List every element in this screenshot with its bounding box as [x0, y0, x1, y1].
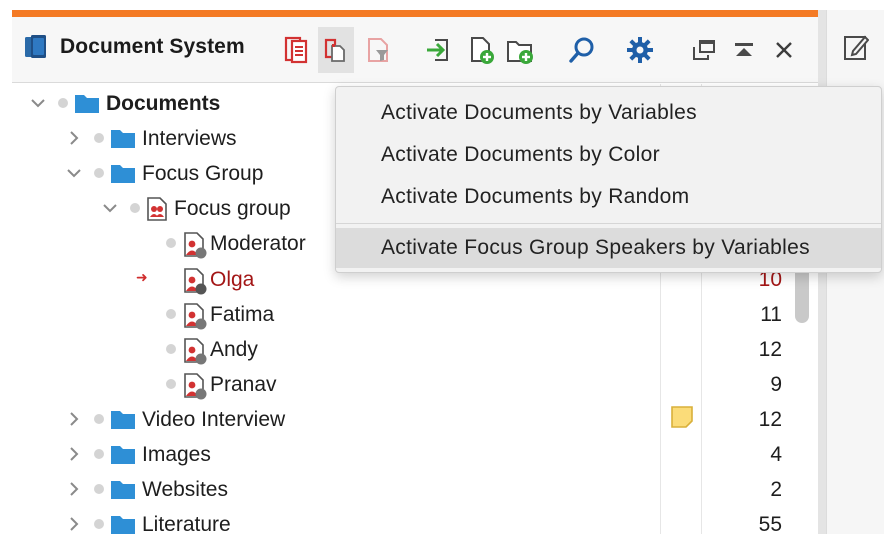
- close-button[interactable]: [766, 27, 802, 73]
- tree-item-label: Focus Group: [142, 162, 264, 186]
- tree-item-label: Documents: [106, 92, 221, 115]
- activation-dot[interactable]: [94, 413, 104, 424]
- tree-item-label: Focus group: [174, 197, 291, 221]
- chevron-right-icon[interactable]: [66, 129, 82, 147]
- coded-segment-count: 12: [758, 407, 782, 431]
- tree-item-label: Moderator: [210, 232, 306, 256]
- retrieved-segments-button[interactable]: [278, 27, 314, 73]
- tree-row[interactable]: Literature: [12, 507, 660, 534]
- window-title: Document System: [60, 35, 245, 58]
- folder-icon: [110, 442, 136, 472]
- menu-item-activate-by-random[interactable]: Activate Documents by Random: [336, 177, 881, 217]
- maximize-window-button[interactable]: [726, 27, 762, 73]
- activation-dot[interactable]: [166, 238, 176, 249]
- folder-icon: [110, 512, 136, 534]
- tree-row[interactable]: Pranav: [12, 367, 660, 402]
- tree-row[interactable]: Images: [12, 437, 660, 472]
- toolbar: Document System: [12, 17, 818, 83]
- tree-item-label: Fatima: [210, 302, 275, 326]
- import-documents-icon: [427, 39, 448, 61]
- tree-row[interactable]: Websites: [12, 472, 660, 507]
- undock-window-button[interactable]: [686, 27, 722, 73]
- document-system-icon: [25, 35, 46, 58]
- retrieved-segments-icon: [284, 36, 308, 64]
- new-document-group-button[interactable]: [502, 27, 538, 73]
- tree-item-label: Olga: [210, 267, 255, 291]
- activation-dot[interactable]: [94, 168, 104, 179]
- coded-segment-count: 12: [758, 337, 782, 361]
- tree-item-label: Pranav: [210, 372, 277, 396]
- close-icon: [776, 42, 792, 58]
- import-documents-button[interactable]: [420, 27, 456, 73]
- tree-item-label: Websites: [142, 478, 228, 502]
- edit-icon[interactable]: [843, 32, 869, 62]
- new-document-button[interactable]: [464, 27, 500, 73]
- undock-window-icon: [693, 40, 715, 60]
- speaker-icon: [182, 372, 208, 406]
- folder-icon: [110, 126, 136, 156]
- menu-separator: [336, 223, 881, 224]
- speaker-icon: [182, 267, 208, 301]
- search-button[interactable]: [564, 27, 600, 73]
- speaker-icon: [182, 231, 208, 265]
- activate-documents-icon: [324, 38, 345, 62]
- tree-item-label: Literature: [142, 513, 231, 534]
- new-document-icon: [471, 37, 494, 64]
- activation-dot[interactable]: [94, 449, 104, 459]
- chevron-right-icon[interactable]: [66, 480, 82, 498]
- maximize-window-icon: [735, 43, 753, 56]
- folder-icon: [110, 161, 136, 191]
- active-indicator-icon: ➜: [136, 268, 148, 285]
- activation-dot[interactable]: [166, 378, 176, 389]
- chevron-right-icon[interactable]: [66, 515, 82, 533]
- folder-icon: [110, 477, 136, 507]
- coded-segment-count: 2: [770, 478, 782, 502]
- tree-item-label: Andy: [210, 337, 258, 361]
- coded-segment-count: 4: [770, 443, 782, 466]
- activate-documents-button[interactable]: [318, 27, 354, 73]
- coded-segment-count: 11: [760, 302, 782, 326]
- chevron-down-icon[interactable]: [66, 164, 82, 182]
- reset-activations-button[interactable]: [360, 27, 396, 73]
- settings-icon: [627, 37, 653, 63]
- activation-dot[interactable]: [58, 98, 68, 108]
- tree-row[interactable]: Andy: [12, 332, 660, 367]
- coded-segment-count: 55: [758, 513, 782, 534]
- speaker-icon: [182, 302, 208, 336]
- activation-dot[interactable]: [94, 484, 104, 495]
- speaker-icon: [182, 337, 208, 371]
- search-icon: [569, 37, 594, 63]
- folder-icon: [74, 91, 100, 121]
- reset-activations-icon: [368, 38, 388, 62]
- menu-item-activate-focus-group-speakers[interactable]: Activate Focus Group Speakers by Variabl…: [336, 228, 881, 268]
- tree-item-label: Interviews: [142, 127, 237, 151]
- folder-icon: [110, 407, 136, 437]
- activation-dot[interactable]: [94, 519, 104, 530]
- tree-row[interactable]: Fatima: [12, 297, 660, 332]
- activation-dot[interactable]: [130, 203, 140, 214]
- activation-dot[interactable]: [166, 308, 176, 319]
- chevron-down-icon[interactable]: [102, 199, 118, 217]
- activation-dot[interactable]: [94, 133, 104, 144]
- tree-item-label: Images: [142, 443, 211, 466]
- tree-row[interactable]: Video Interview: [12, 402, 660, 437]
- coded-segment-count: 9: [770, 372, 782, 396]
- focus-group-icon: [146, 196, 168, 228]
- menu-item-activate-by-color[interactable]: Activate Documents by Color: [336, 135, 881, 175]
- chevron-right-icon[interactable]: [66, 445, 82, 463]
- settings-button[interactable]: [622, 27, 658, 73]
- chevron-down-icon[interactable]: [30, 94, 46, 112]
- activation-context-menu: Activate Documents by Variables Activate…: [335, 86, 882, 273]
- new-document-group-icon: [507, 41, 533, 64]
- tree-item-label: Video Interview: [142, 407, 286, 431]
- menu-item-activate-by-variables[interactable]: Activate Documents by Variables: [336, 93, 881, 133]
- activation-dot[interactable]: [166, 343, 176, 354]
- window-accent-bar: [12, 10, 818, 17]
- chevron-right-icon[interactable]: [66, 410, 82, 428]
- memo-icon[interactable]: [670, 405, 694, 429]
